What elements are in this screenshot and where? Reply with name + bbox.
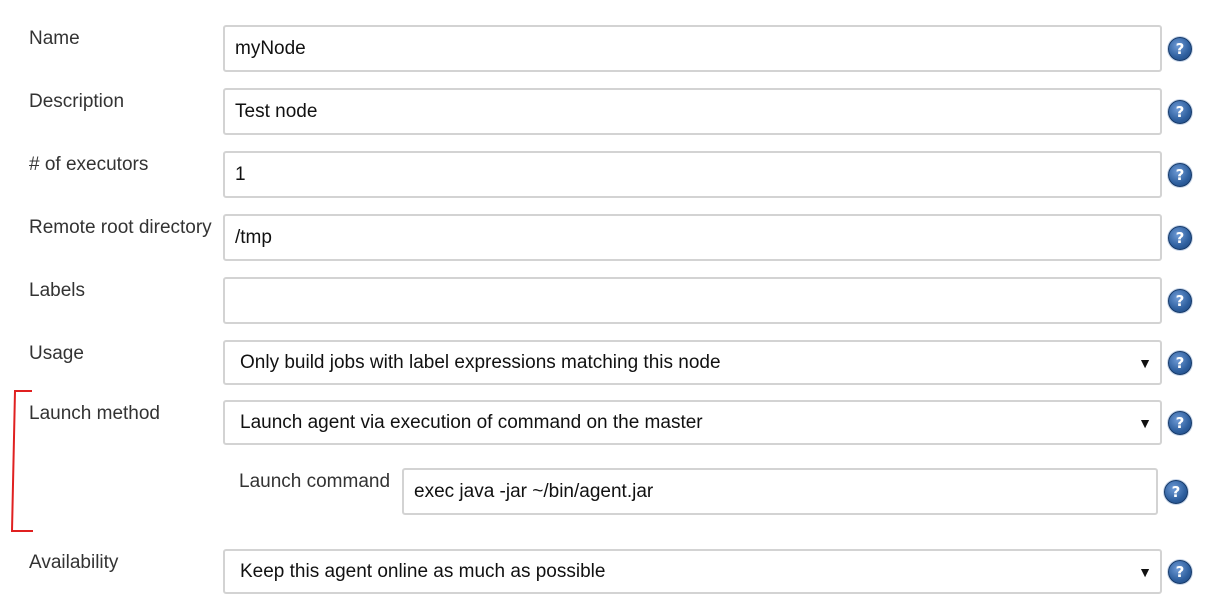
help-icon[interactable]: ?	[1168, 411, 1192, 435]
description-label: Description	[29, 91, 125, 112]
launch-method-selected-value: Launch agent via execution of command on…	[240, 411, 703, 433]
usage-selected-value: Only build jobs with label expressions m…	[240, 351, 721, 373]
executors-label: # of executors	[29, 154, 149, 175]
availability-selected-value: Keep this agent online as much as possib…	[240, 560, 606, 582]
remote-root-input[interactable]	[223, 214, 1162, 261]
executors-input[interactable]	[223, 151, 1162, 198]
dropdown-arrow-icon: ▼	[1138, 563, 1152, 580]
name-input[interactable]	[223, 25, 1162, 72]
availability-select[interactable]: Keep this agent online as much as possib…	[223, 549, 1162, 594]
dropdown-arrow-icon: ▼	[1138, 414, 1152, 431]
description-input[interactable]	[223, 88, 1162, 135]
remote-root-label: Remote root directory	[29, 217, 212, 238]
help-icon[interactable]: ?	[1168, 226, 1192, 250]
help-icon[interactable]: ?	[1164, 480, 1188, 504]
help-icon[interactable]: ?	[1168, 351, 1192, 375]
usage-select[interactable]: Only build jobs with label expressions m…	[223, 340, 1162, 385]
labels-input[interactable]	[223, 277, 1162, 324]
help-icon[interactable]: ?	[1168, 37, 1192, 61]
launch-command-input[interactable]	[402, 468, 1158, 515]
help-icon[interactable]: ?	[1168, 560, 1192, 584]
launch-command-label: Launch command	[239, 471, 391, 492]
dropdown-arrow-icon: ▼	[1138, 354, 1152, 371]
launch-method-label: Launch method	[29, 403, 160, 424]
labels-label: Labels	[29, 280, 85, 301]
name-label: Name	[29, 28, 80, 49]
launch-method-select[interactable]: Launch agent via execution of command on…	[223, 400, 1162, 445]
help-icon[interactable]: ?	[1168, 163, 1192, 187]
usage-label: Usage	[29, 343, 84, 364]
help-icon[interactable]: ?	[1168, 289, 1192, 313]
availability-label: Availability	[29, 552, 119, 573]
help-icon[interactable]: ?	[1168, 100, 1192, 124]
